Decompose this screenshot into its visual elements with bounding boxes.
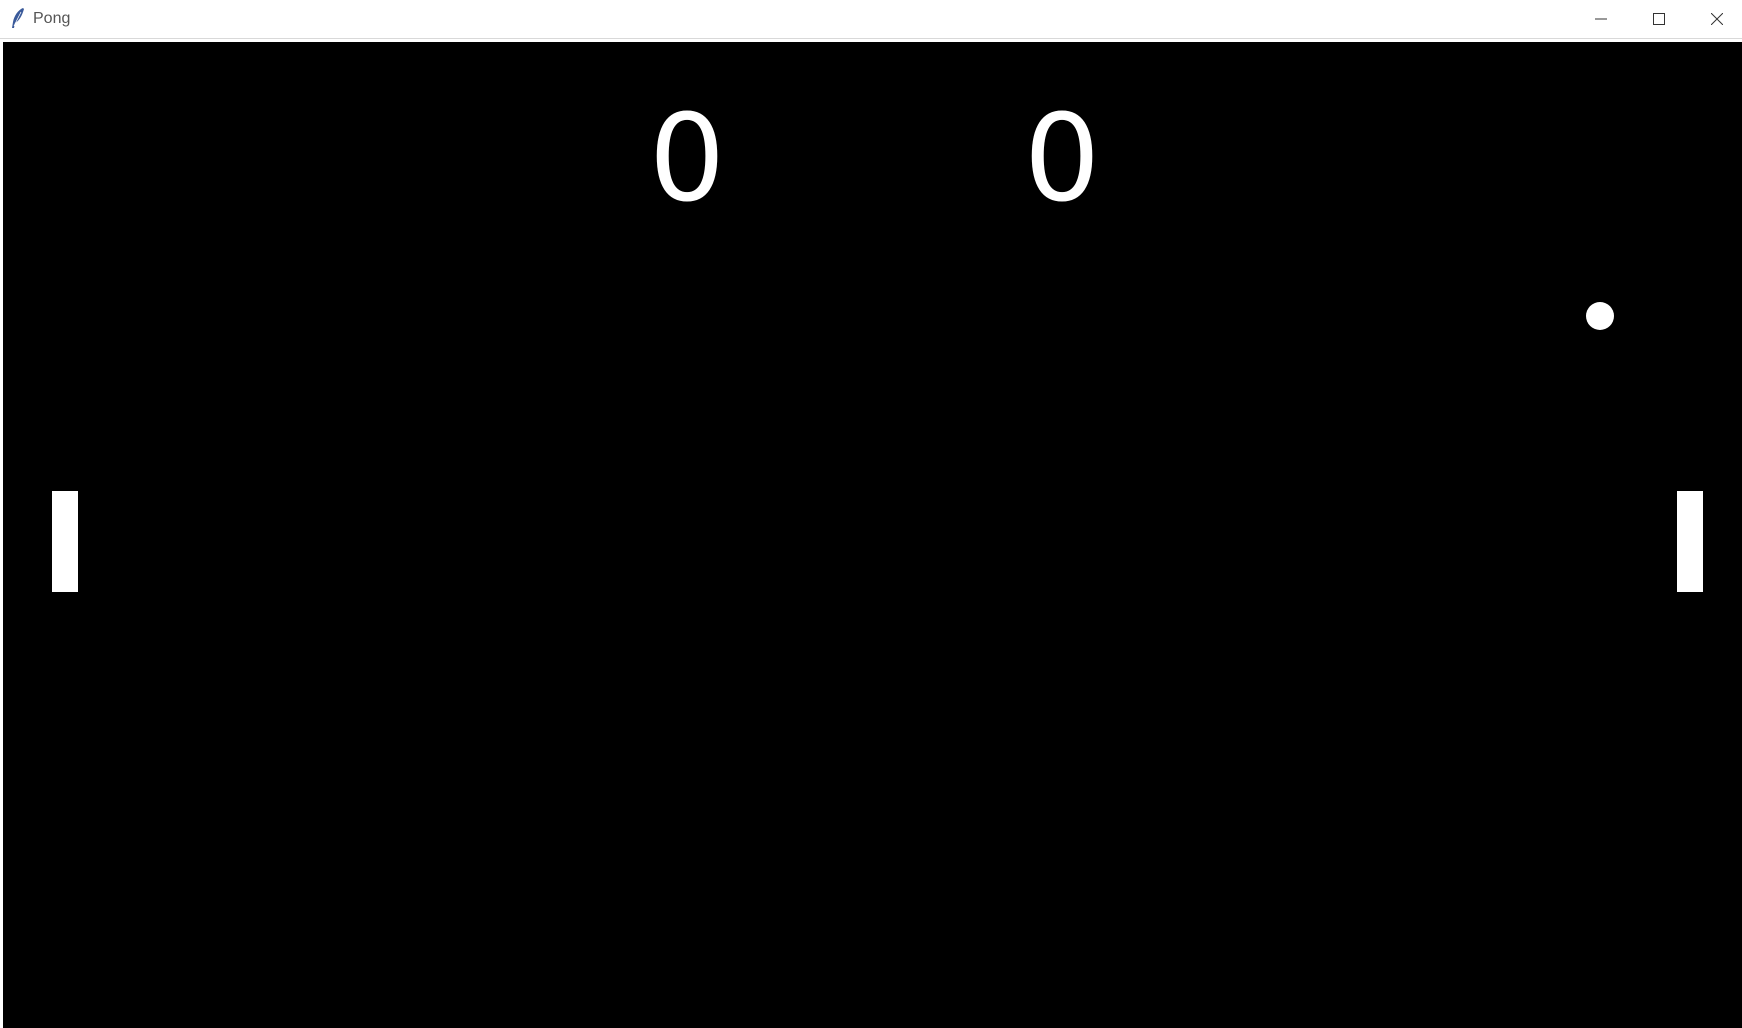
maximize-button[interactable] [1630, 0, 1688, 38]
feather-icon [10, 7, 26, 29]
minimize-button[interactable] [1572, 0, 1630, 38]
close-icon [1711, 13, 1723, 25]
minimize-icon [1595, 13, 1607, 25]
ball [1586, 302, 1614, 330]
close-button[interactable] [1688, 0, 1742, 38]
score-player-a: 0 [648, 90, 726, 229]
left-paddle [52, 491, 78, 592]
window-title: Pong [33, 10, 71, 27]
app-window: Pong 0 0 [0, 0, 1742, 1028]
score-player-b: 0 [1023, 90, 1101, 229]
right-paddle [1677, 491, 1703, 592]
title-bar[interactable]: Pong [0, 0, 1742, 39]
maximize-icon [1653, 13, 1665, 25]
game-canvas[interactable]: 0 0 [3, 42, 1742, 1028]
